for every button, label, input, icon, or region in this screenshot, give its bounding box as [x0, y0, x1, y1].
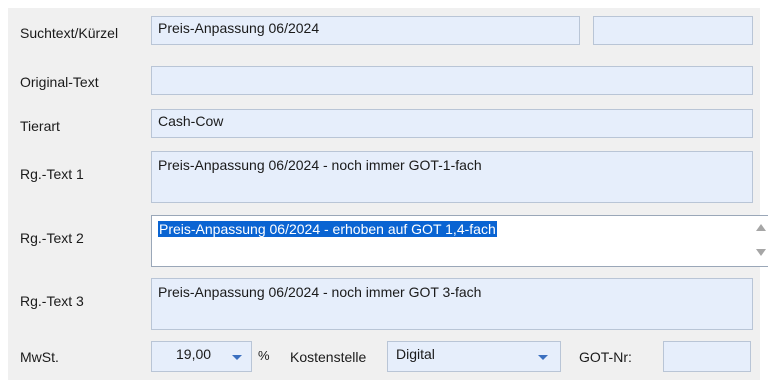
original-text-input[interactable] [151, 66, 753, 95]
kostenstelle-select[interactable]: Digital [387, 341, 561, 372]
scroll-up-arrow-icon[interactable] [756, 224, 766, 231]
kostenstelle-label: Kostenstelle [290, 349, 367, 365]
mwst-unit: % [258, 348, 270, 363]
rg-text-2-textarea[interactable]: Preis-Anpassung 06/2024 - erhoben auf GO… [151, 215, 768, 267]
got-nr-input[interactable] [663, 341, 751, 372]
form-panel: Suchtext/Kürzel Preis-Anpassung 06/2024 … [8, 8, 768, 380]
rg-text-2-selected-text: Preis-Anpassung 06/2024 - erhoben auf GO… [158, 221, 497, 237]
chevron-down-icon[interactable] [232, 355, 242, 360]
tierart-input[interactable]: Cash-Cow [151, 109, 753, 138]
rg-text-3-label: Rg.-Text 3 [20, 293, 84, 309]
mwst-value: 19,00 [176, 346, 212, 362]
rg-text-3-textarea[interactable]: Preis-Anpassung 06/2024 - noch immer GOT… [151, 278, 753, 330]
rg-text-1-textarea[interactable]: Preis-Anpassung 06/2024 - noch immer GOT… [151, 151, 753, 203]
mwst-label: MwSt. [20, 349, 59, 365]
tierart-label: Tierart [20, 118, 60, 134]
rg-text-1-label: Rg.-Text 1 [20, 166, 84, 182]
suchtext-label: Suchtext/Kürzel [20, 25, 119, 41]
suchtext-extra-input[interactable] [593, 16, 753, 45]
rg-text-2-label: Rg.-Text 2 [20, 230, 84, 246]
chevron-down-icon[interactable] [538, 355, 548, 360]
kostenstelle-value: Digital [396, 346, 435, 362]
scroll-down-arrow-icon[interactable] [756, 249, 766, 256]
original-text-label: Original-Text [20, 74, 99, 90]
mwst-select[interactable]: 19,00 [151, 341, 252, 372]
got-nr-label: GOT-Nr: [579, 349, 632, 365]
suchtext-input[interactable]: Preis-Anpassung 06/2024 [151, 16, 580, 45]
rg-text-2-scrollbar[interactable] [753, 216, 768, 266]
